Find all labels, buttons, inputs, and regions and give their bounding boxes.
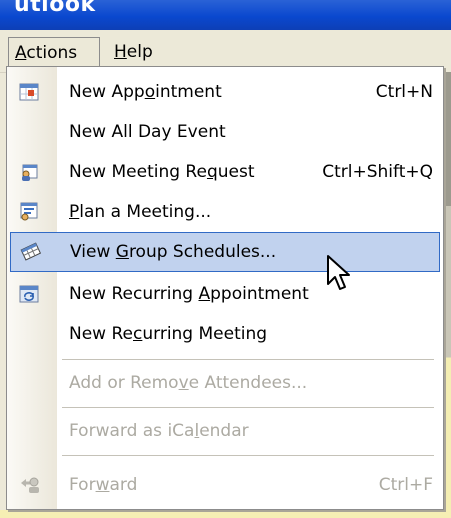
menu-item-new-recurring-meeting[interactable]: New Recurring Meeting	[7, 314, 443, 354]
menu-item-shortcut: Ctrl+N	[375, 82, 433, 102]
calendar-icon	[19, 82, 39, 102]
meeting-request-icon	[19, 162, 39, 182]
menu-item-label: Add or Remove Attendees...	[69, 373, 308, 393]
background-window-edge	[445, 72, 451, 518]
menu-item-new-meeting-request[interactable]: New Meeting Request Ctrl+Shift+Q	[7, 152, 443, 192]
menu-item-label: New Meeting Request	[69, 162, 255, 182]
recurring-appointment-icon	[19, 284, 39, 304]
menu-item-label: New All Day Event	[69, 122, 226, 142]
menu-item-label: New Recurring Appointment	[69, 284, 309, 304]
menu-item-label: Forward	[69, 475, 138, 495]
menubar-help-label: Help	[114, 42, 153, 62]
app-title: utlook	[14, 0, 96, 17]
actions-dropdown-menu: New Appointment Ctrl+N New All Day Event…	[6, 66, 444, 510]
menu-item-label: View Group Schedules...	[70, 242, 277, 262]
mouse-pointer-icon	[326, 254, 352, 292]
menu-item-label: New Recurring Meeting	[69, 324, 268, 344]
menu-item-view-group-schedules[interactable]: View Group Schedules...	[10, 232, 440, 272]
menubar-actions-label: Actions	[15, 43, 78, 63]
menubar-help[interactable]: Help	[108, 37, 159, 67]
menu-item-label: Plan a Meeting...	[69, 202, 212, 222]
menu-separator	[62, 455, 434, 456]
menu-separator	[62, 407, 434, 408]
menu-item-shortcut: Ctrl+F	[378, 475, 433, 495]
background-window-bottom	[0, 510, 451, 518]
menu-separator	[62, 359, 434, 360]
menu-item-label: Forward as iCalendar	[69, 421, 249, 441]
forward-icon	[19, 475, 39, 495]
menu-item-add-remove-attendees: Add or Remove Attendees...	[7, 363, 443, 403]
menu-item-plan-a-meeting[interactable]: Plan a Meeting...	[7, 192, 443, 232]
group-schedules-icon	[20, 242, 42, 262]
menu-item-new-all-day-event[interactable]: New All Day Event	[7, 112, 443, 152]
plan-meeting-icon	[19, 202, 39, 222]
menu-item-forward-as-icalendar: Forward as iCalendar	[7, 411, 443, 451]
menu-item-new-appointment[interactable]: New Appointment Ctrl+N	[7, 72, 443, 112]
menu-item-forward: Forward Ctrl+F	[7, 465, 443, 505]
menu-item-new-recurring-appointment[interactable]: New Recurring Appointment	[7, 274, 443, 314]
menu-item-label: New Appointment	[69, 82, 222, 102]
menu-item-shortcut: Ctrl+Shift+Q	[322, 162, 433, 182]
title-bar: utlook	[0, 0, 451, 30]
menubar-actions[interactable]: Actions	[8, 37, 100, 67]
